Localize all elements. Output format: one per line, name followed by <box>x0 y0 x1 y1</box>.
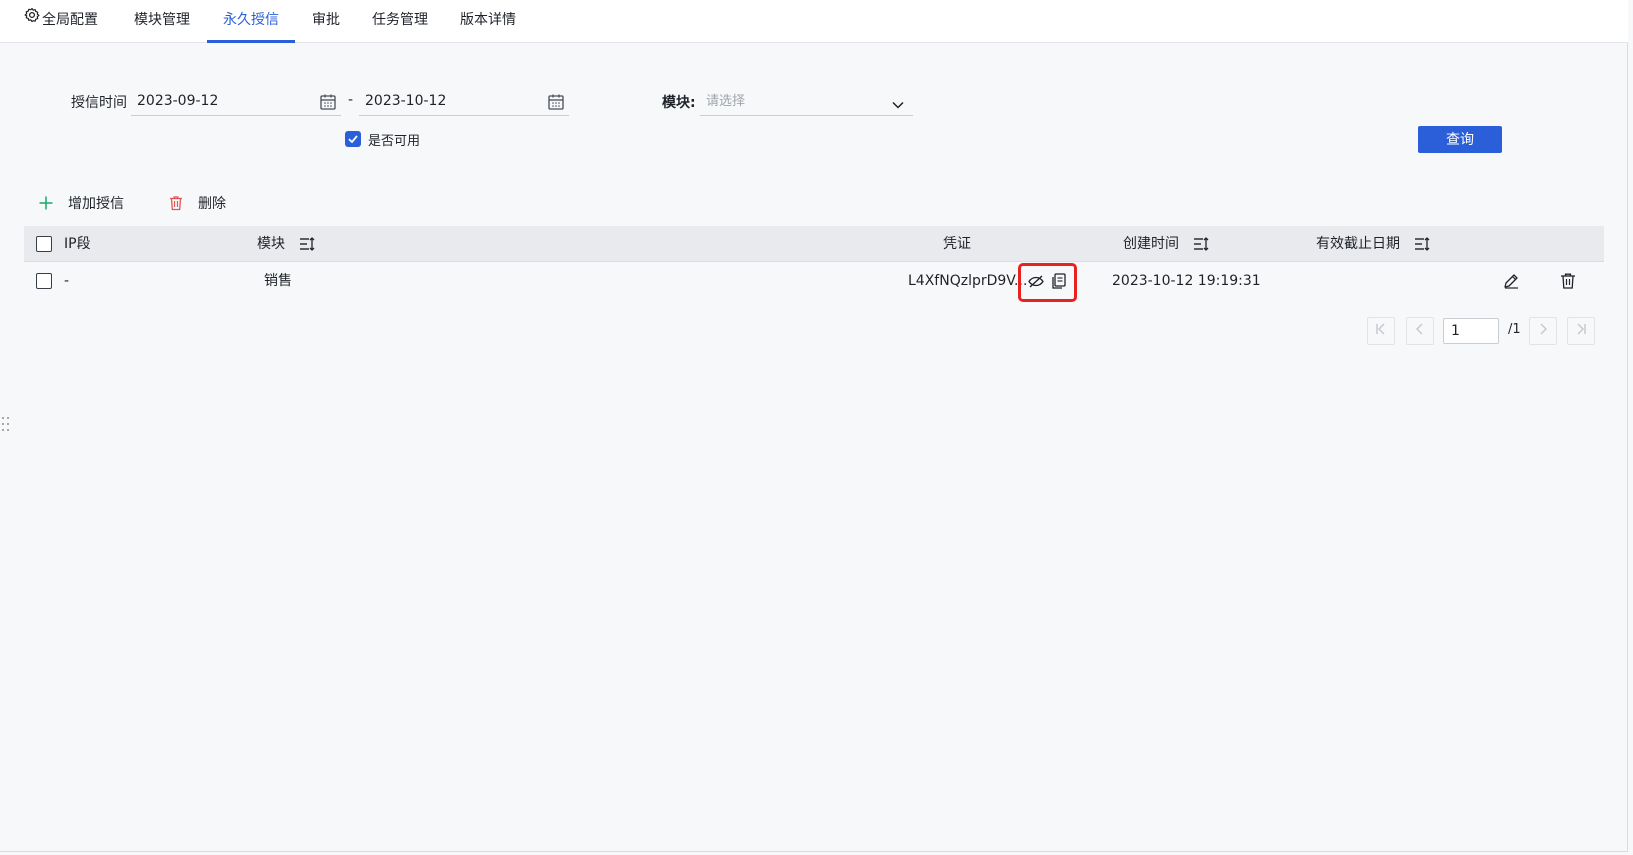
start-date-input[interactable]: 2023-09-12 <box>131 86 341 116</box>
tab-global-config[interactable]: 全局配置 <box>24 0 98 43</box>
tab-version-details[interactable]: 版本详情 <box>460 0 516 43</box>
tab-approval[interactable]: 审批 <box>312 0 340 43</box>
header-ip: IP段 <box>64 236 91 252</box>
end-date-input[interactable]: 2023-10-12 <box>359 86 569 116</box>
credential-actions-highlight <box>1018 263 1077 302</box>
tab-task-management[interactable]: 任务管理 <box>372 0 428 43</box>
cell-ip: - <box>64 273 70 289</box>
drag-handle-icon[interactable] <box>1 415 11 437</box>
header-created-time: 创建时间 <box>1123 226 1209 262</box>
trash-icon <box>168 195 184 211</box>
edit-icon[interactable] <box>1502 272 1520 290</box>
tab-bar: 全局配置 模块管理 永久授信 审批 任务管理 版本详情 <box>0 0 1628 43</box>
last-page-icon <box>1574 322 1588 340</box>
last-page-button[interactable] <box>1567 317 1595 345</box>
row-checkbox[interactable] <box>36 273 52 289</box>
tab-permanent-credit[interactable]: 永久授信 <box>223 0 279 43</box>
sort-icon[interactable] <box>1193 236 1209 252</box>
page-number-input[interactable]: 1 <box>1443 318 1499 344</box>
delete-button[interactable]: 删除 <box>168 193 226 213</box>
app-frame: 全局配置 模块管理 永久授信 审批 任务管理 版本详情 授信时间 2023-09… <box>0 0 1628 852</box>
module-filter-label: 模块: <box>662 95 696 111</box>
header-module: 模块 <box>257 226 315 262</box>
first-page-button[interactable] <box>1367 317 1395 345</box>
cell-created-time: 2023-10-12 19:19:31 <box>1112 273 1261 289</box>
calendar-icon[interactable] <box>547 92 565 122</box>
gear-icon <box>24 0 40 39</box>
chevron-down-icon <box>891 93 905 123</box>
next-page-button[interactable] <box>1529 317 1557 345</box>
calendar-icon[interactable] <box>319 92 337 122</box>
header-credential: 凭证 <box>943 236 971 252</box>
edit-row-button[interactable] <box>1502 262 1520 300</box>
credit-time-label: 授信时间 <box>71 95 127 111</box>
chevron-left-icon <box>1413 322 1427 340</box>
sort-icon[interactable] <box>299 236 315 252</box>
select-all-checkbox[interactable] <box>36 236 52 252</box>
sort-icon[interactable] <box>1414 236 1430 252</box>
module-select[interactable]: 请选择 <box>700 86 913 116</box>
table-row: - 销售 L4XfNQzlprD9V... 2023-10-12 19:19:3… <box>24 262 1604 300</box>
header-expiry-date: 有效截止日期 <box>1316 226 1430 262</box>
page-total: /1 <box>1508 322 1521 337</box>
available-checkbox[interactable] <box>345 131 361 147</box>
trash-icon[interactable] <box>1559 272 1577 290</box>
first-page-icon <box>1374 322 1388 340</box>
add-credit-button[interactable]: 增加授信 <box>38 193 124 213</box>
tab-module-management[interactable]: 模块管理 <box>134 0 190 43</box>
date-separator: - <box>348 92 354 108</box>
available-label: 是否可用 <box>368 133 421 149</box>
cell-credential: L4XfNQzlprD9V... <box>908 273 1028 289</box>
delete-row-button[interactable] <box>1559 262 1577 300</box>
chevron-right-icon <box>1536 322 1550 340</box>
prev-page-button[interactable] <box>1406 317 1434 345</box>
query-button[interactable]: 查询 <box>1418 126 1502 153</box>
table-header: IP段 模块 凭证 创建时间 有效截止日期 <box>24 226 1604 262</box>
active-tab-indicator <box>207 40 295 43</box>
plus-icon <box>38 195 54 211</box>
cell-module: 销售 <box>264 273 292 289</box>
available-checkbox-row[interactable]: 是否可用 <box>345 130 421 149</box>
